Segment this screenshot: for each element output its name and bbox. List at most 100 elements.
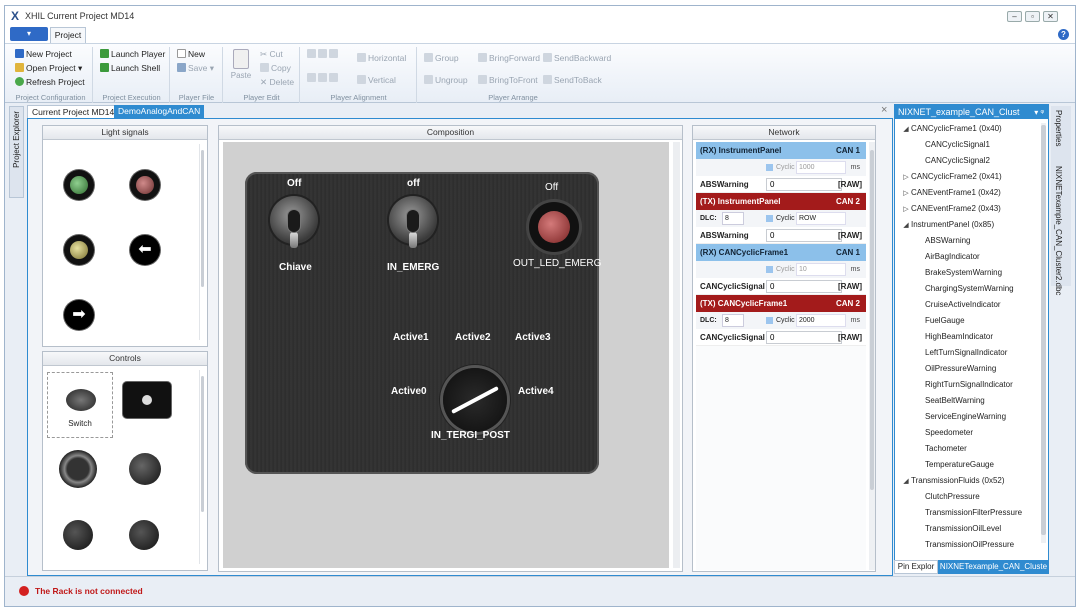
project-explorer-rail[interactable]: Project Explorer [9,106,24,198]
expand-arrow-icon[interactable]: ▷ [901,170,911,186]
red-lamp-icon[interactable] [130,170,160,200]
bring-to-front-button[interactable]: BringToFront [478,75,538,85]
close-button[interactable]: ✕ [1043,11,1058,22]
rotary-knob-icon[interactable] [129,453,161,485]
tree-signal-node[interactable]: Speedometer [895,425,1040,441]
open-project-button[interactable]: Open Project ▾ [15,63,82,74]
launch-player-button[interactable]: Launch Player [100,49,165,59]
left-arrow-icon[interactable]: ⬅ [130,235,160,265]
green-lamp-icon[interactable] [64,170,94,200]
group-button[interactable]: Group [424,53,459,63]
cyclic-checkbox[interactable] [766,266,773,273]
tree-signal-node[interactable]: OilPressureWarning [895,361,1040,377]
signal-row[interactable]: CANCyclicSignal [RAW] [696,278,866,295]
delete-button[interactable]: ✕ Delete [260,77,294,88]
rx-frame-header[interactable]: (RX) CANCyclicFrame1 CAN 1 [696,244,866,261]
tree-signal-node[interactable]: ChargingSystemWarning [895,281,1040,297]
save-button[interactable]: Save ▾ [177,63,214,74]
signal-value-input[interactable] [766,280,842,293]
tree-signal-node[interactable]: ABSWarning [895,233,1040,249]
cut-button[interactable]: ✂ Cut [260,49,283,60]
paste-button[interactable]: Paste [228,49,254,80]
refresh-project-button[interactable]: Refresh Project [15,77,85,87]
tree-signal-node[interactable]: FuelGauge [895,313,1040,329]
send-to-back-button[interactable]: SendToBack [543,75,602,85]
cyclic-checkbox[interactable] [766,215,773,222]
tree-frame-node[interactable]: ◢ TransmissionFluids (0x52) [895,473,1040,489]
composition-canvas[interactable]: Off Chiave off IN_EMERG Off OUT_LED_EMER… [223,142,669,568]
expand-arrow-icon[interactable]: ▷ [901,202,911,218]
tree-signal-node[interactable]: CANCyclicSignal1 [895,137,1040,153]
tab-current-project[interactable]: Current Project MD14 [27,105,120,118]
tree-signal-node[interactable]: AirBagIndicator [895,249,1040,265]
light-signals-scrollbar[interactable] [199,144,205,340]
signal-row[interactable]: CANCyclicSignal [RAW] [696,329,866,346]
tree-signal-node[interactable]: TransmissionOilLevel [895,521,1040,537]
cyclic-row[interactable]: Cyclic 1000 ms [696,159,866,176]
expand-arrow-icon[interactable]: ◢ [901,218,911,234]
cyclic-checkbox[interactable] [766,317,773,324]
tree-signal-node[interactable]: TransmissionFilterPressure [895,505,1040,521]
close-document-icon[interactable]: × [881,104,887,116]
tree-signal-node[interactable]: CruiseActiveIndicator [895,297,1040,313]
tx-frame-header[interactable]: (TX) InstrumentPanel CAN 2 [696,193,866,210]
signal-row[interactable]: ABSWarning [RAW] [696,227,866,244]
round-button-icon[interactable] [59,450,97,488]
right-arrow-icon[interactable]: ➡ [64,300,94,330]
tree-signal-node[interactable]: ClutchPressure [895,489,1040,505]
tree-signal-node[interactable]: BrakeSystemWarning [895,265,1040,281]
chiave-toggle-switch[interactable] [270,196,318,248]
in-emerg-toggle-switch[interactable] [389,196,437,248]
expand-arrow-icon[interactable]: ◢ [901,122,911,138]
tab-nixnet-cluster[interactable]: NIXNETexample_CAN_Cluste [938,560,1049,574]
pin-icon[interactable]: ▾ ᵠ [1034,106,1044,120]
period-input[interactable]: 2000 [796,314,846,327]
tab-project[interactable]: Project [50,27,86,43]
knob-small-icon[interactable] [129,520,159,550]
help-icon[interactable]: ? [1058,29,1069,40]
horizontal-button[interactable]: Horizontal [357,53,406,63]
tree-signal-node[interactable]: CANCyclicSignal2 [895,153,1040,169]
knob-small-icon[interactable] [63,520,93,550]
tree-frame-node[interactable]: ◢ InstrumentPanel (0x85) [895,217,1040,233]
composition-scrollbar[interactable] [673,142,680,568]
switch-control[interactable]: Switch [47,372,113,438]
send-backward-button[interactable]: SendBackward [543,53,611,63]
tab-demo-analog-and-can[interactable]: DemoAnalogAndCAN [114,105,205,118]
bring-forward-button[interactable]: BringForward [478,53,540,63]
tree-signal-node[interactable]: ServiceEngineWarning [895,409,1040,425]
push-button-icon[interactable] [123,382,171,418]
signal-value-input[interactable] [766,178,842,191]
tree-signal-node[interactable]: RightTurnSignalIndicator [895,377,1040,393]
tree-signal-node[interactable]: TransmissionOilPressure [895,537,1040,553]
signal-row[interactable]: ABSWarning [RAW] [696,176,866,193]
tx-frame-header[interactable]: (TX) CANCyclicFrame1 CAN 2 [696,295,866,312]
tab-pin-explorer[interactable]: Pin Explor [894,560,938,574]
tab-dbc-file[interactable]: NIXNETexample_CAN_Cluster2.dbc [1054,166,1063,295]
dlc-select[interactable]: 8 [722,314,744,327]
period-input[interactable]: 1000 [796,161,846,174]
expand-arrow-icon[interactable]: ◢ [901,474,911,490]
dlc-select[interactable]: 8 [722,212,744,225]
launch-shell-button[interactable]: Launch Shell [100,63,160,73]
tree-frame-node[interactable]: ◢ CANCyclicFrame1 (0x40) [895,121,1040,137]
dlc-row[interactable]: DLC: 8 Cyclic ROW [696,210,866,227]
new-project-button[interactable]: New Project [15,49,72,59]
minimize-button[interactable]: – [1007,11,1022,22]
yellow-lamp-icon[interactable] [64,235,94,265]
align-buttons-top[interactable] [307,49,340,59]
tab-properties[interactable]: Properties [1054,110,1063,146]
new-file-button[interactable]: New [177,49,205,59]
tree-signal-node[interactable]: SeatBeltWarning [895,393,1040,409]
align-buttons-bottom[interactable] [307,73,340,83]
signal-value-input[interactable] [766,331,842,344]
tree-signal-node[interactable]: LeftTurnSignalIndicator [895,345,1040,361]
dlc-row[interactable]: DLC: 8 Cyclic 2000 ms [696,312,866,329]
tree-signal-node[interactable]: HighBeamIndicator [895,329,1040,345]
rx-frame-header[interactable]: (RX) InstrumentPanel CAN 1 [696,142,866,159]
period-input[interactable]: 10 [796,263,846,276]
maximize-button[interactable]: ▫ [1025,11,1040,22]
cyclic-checkbox[interactable] [766,164,773,171]
file-menu-button[interactable]: ▾ [10,27,48,41]
tree-signal-node[interactable]: Tachometer [895,441,1040,457]
